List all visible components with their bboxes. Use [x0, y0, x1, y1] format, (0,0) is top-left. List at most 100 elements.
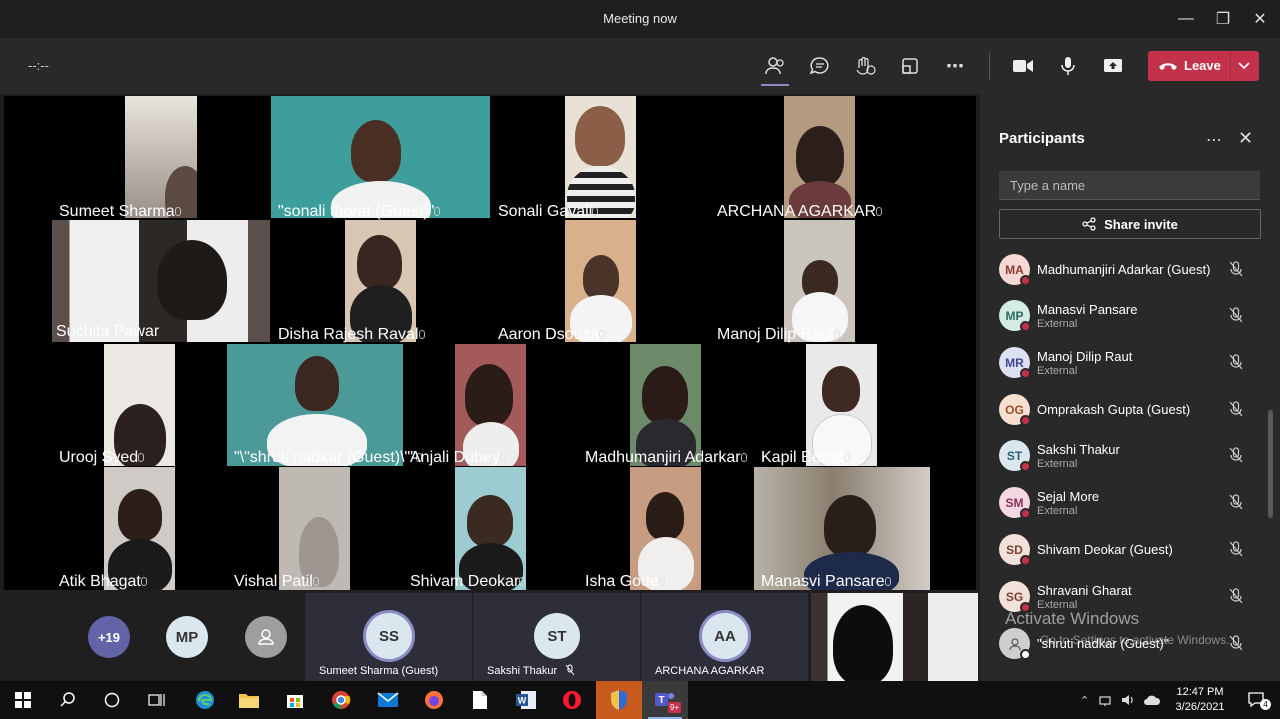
video-tile[interactable]: [784, 96, 855, 218]
mic-off-icon: [1229, 307, 1243, 323]
participant-tile[interactable]: AA ARCHANA AGARKAR: [641, 593, 808, 681]
microphone-icon: [1061, 57, 1075, 75]
search-icon: [60, 692, 75, 707]
participant-row[interactable]: MA Madhumanjiri Adarkar (Guest): [999, 248, 1261, 292]
search-input[interactable]: [999, 171, 1260, 200]
edge-app[interactable]: [182, 681, 228, 719]
overflow-participants-button[interactable]: +19: [88, 616, 130, 658]
video-tile[interactable]: [271, 96, 490, 218]
video-tile[interactable]: [455, 467, 526, 590]
breakout-rooms-icon: [902, 58, 918, 74]
raise-hand-button[interactable]: [848, 48, 882, 84]
participant-row[interactable]: SM Sejal More External: [999, 481, 1261, 525]
video-tile[interactable]: [104, 344, 175, 466]
file-explorer-app[interactable]: [226, 681, 272, 719]
video-tile-label: "sonali thorat (Guest)": [278, 203, 441, 221]
task-view-button[interactable]: [134, 681, 180, 719]
leave-button[interactable]: Leave: [1148, 51, 1259, 81]
participant-name: Manoj Dilip Raut: [1037, 349, 1133, 364]
network-icon[interactable]: [1099, 693, 1115, 707]
video-tile[interactable]: [565, 96, 636, 218]
panel-scrollbar[interactable]: [1268, 410, 1273, 518]
more-actions-icon[interactable]: ⋯: [938, 48, 972, 84]
participant-avatar[interactable]: MP: [166, 616, 208, 658]
panel-title: Participants: [999, 130, 1085, 147]
more-options-icon[interactable]: ⋯: [1206, 130, 1222, 150]
mic-icon: [138, 453, 145, 462]
microphone-button[interactable]: [1051, 48, 1085, 84]
share-screen-icon: [1104, 59, 1122, 72]
document-app[interactable]: [457, 681, 503, 719]
participant-row[interactable]: SD Shivam Deokar (Guest): [999, 528, 1261, 572]
video-tile[interactable]: [754, 467, 930, 590]
participant-row[interactable]: MR Manoj Dilip Raut External: [999, 341, 1261, 385]
video-tile[interactable]: [455, 344, 526, 466]
participant-tile[interactable]: ST Sakshi Thakur: [473, 593, 640, 681]
maximize-icon[interactable]: ❐: [1205, 0, 1241, 38]
minimize-icon[interactable]: —: [1168, 0, 1204, 38]
opera-app[interactable]: [549, 681, 595, 719]
video-tile[interactable]: [630, 344, 701, 466]
onedrive-icon[interactable]: [1143, 694, 1161, 706]
volume-icon[interactable]: [1121, 693, 1137, 707]
chevron-up-icon[interactable]: ⌃: [1080, 694, 1089, 707]
store-app[interactable]: [272, 681, 318, 719]
search-button[interactable]: [45, 681, 91, 719]
video-tile[interactable]: [565, 220, 636, 342]
chat-button[interactable]: [803, 48, 837, 84]
firefox-icon: [425, 691, 443, 709]
teams-app[interactable]: T 9+: [642, 681, 688, 719]
windows-icon: [15, 692, 31, 708]
video-tile-label: Atik Bhagat: [59, 573, 147, 591]
firefox-app[interactable]: [411, 681, 457, 719]
close-window-icon[interactable]: ✕: [1242, 0, 1278, 38]
self-view-video[interactable]: [811, 593, 978, 681]
participant-tile-name: ARCHANA AGARKAR: [655, 665, 765, 677]
system-clock[interactable]: 12:47 PM 3/26/2021: [1170, 685, 1230, 715]
participant-name: Sakshi Thakur: [1037, 442, 1120, 457]
participant-tile[interactable]: SS Sumeet Sharma (Guest): [305, 593, 472, 681]
word-app[interactable]: W: [503, 681, 549, 719]
video-tile[interactable]: [630, 467, 701, 590]
video-tile[interactable]: [784, 220, 855, 342]
guest-avatar[interactable]: [245, 616, 287, 658]
video-tile-label: Aaron Dsouza: [498, 326, 606, 344]
leave-label: Leave: [1184, 58, 1221, 73]
participant-row[interactable]: MP Manasvi Pansare External: [999, 294, 1261, 338]
video-tile[interactable]: [104, 467, 175, 590]
chat-icon: [809, 57, 829, 75]
video-tile[interactable]: [125, 96, 197, 218]
video-tile[interactable]: [279, 467, 350, 590]
mail-app[interactable]: [365, 681, 411, 719]
mic-icon: [174, 207, 181, 216]
camera-button[interactable]: [1006, 48, 1040, 84]
video-tile[interactable]: [806, 344, 877, 466]
reactions-icon: [856, 56, 876, 75]
share-invite-button[interactable]: Share invite: [999, 209, 1261, 239]
participant-row[interactable]: OG Omprakash Gupta (Guest): [999, 388, 1261, 432]
start-button[interactable]: [0, 681, 46, 719]
notifications-button[interactable]: 4: [1234, 681, 1280, 719]
video-tile-label: Disha Rajesh Raval: [278, 326, 425, 344]
participant-tile-name: Sumeet Sharma (Guest): [319, 665, 439, 677]
video-tile[interactable]: [227, 344, 403, 466]
share-screen-button[interactable]: [1096, 48, 1130, 84]
breakout-rooms-button[interactable]: [893, 48, 927, 84]
svg-text:W: W: [518, 696, 527, 706]
video-tile-label: Suchita Pawar: [56, 323, 160, 340]
video-tile[interactable]: [345, 220, 416, 342]
video-tile-label: Sumeet Sharma: [59, 203, 181, 221]
cortana-button[interactable]: [89, 681, 135, 719]
participants-button[interactable]: [758, 48, 792, 86]
svg-text:T: T: [658, 695, 664, 706]
status-dot: [1020, 321, 1031, 332]
chrome-app[interactable]: [318, 681, 364, 719]
share-invite-label: Share invite: [1104, 216, 1178, 232]
clock-time: 12:47 PM: [1176, 686, 1224, 698]
security-app[interactable]: [596, 681, 642, 719]
activate-windows-subtext: Go to Settings to activate Windows.: [1040, 633, 1230, 647]
phone-hangup-icon: [1159, 63, 1177, 70]
close-icon[interactable]: ✕: [1238, 128, 1253, 149]
video-tile-label: Isha Gode: [585, 573, 665, 591]
participant-row[interactable]: ST Sakshi Thakur External: [999, 434, 1261, 478]
